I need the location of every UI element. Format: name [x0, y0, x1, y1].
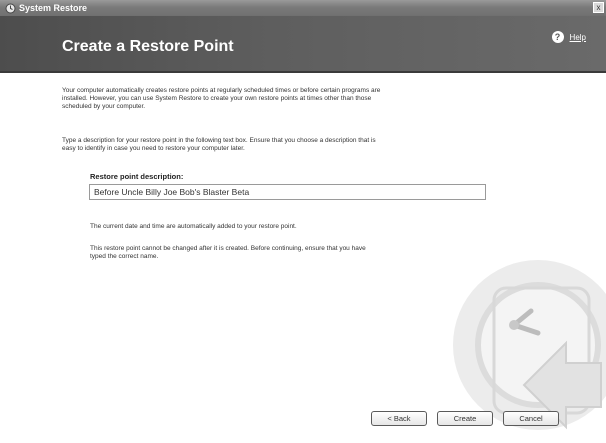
wizard-content: Your computer automatically creates rest…	[0, 73, 606, 443]
wizard-header: Create a Restore Point ? Help	[0, 16, 606, 71]
create-button[interactable]: Create	[437, 411, 493, 426]
help-label: Help	[569, 32, 586, 42]
system-restore-icon	[4, 2, 16, 14]
datetime-note: The current date and time are automatica…	[90, 223, 297, 230]
cancel-button[interactable]: Cancel	[503, 411, 559, 426]
back-button[interactable]: < Back	[371, 411, 427, 426]
help-link[interactable]: ? Help	[551, 31, 586, 43]
instructions-text: Type a description for your restore poin…	[62, 137, 376, 152]
restore-point-description-input[interactable]	[89, 184, 486, 200]
intro-text: Your computer automatically creates rest…	[62, 87, 381, 110]
close-icon[interactable]: x	[593, 2, 604, 13]
title-bar[interactable]: System Restore x	[0, 0, 606, 16]
window-title: System Restore	[19, 3, 88, 13]
help-icon: ?	[551, 31, 564, 43]
clock-arrow-graphic	[453, 260, 606, 430]
restore-point-description-label: Restore point description:	[90, 172, 184, 181]
page-title: Create a Restore Point	[62, 38, 234, 55]
warning-text: This restore point cannot be changed aft…	[90, 245, 366, 260]
system-restore-window: System Restore x Create a Restore Point …	[0, 0, 606, 443]
